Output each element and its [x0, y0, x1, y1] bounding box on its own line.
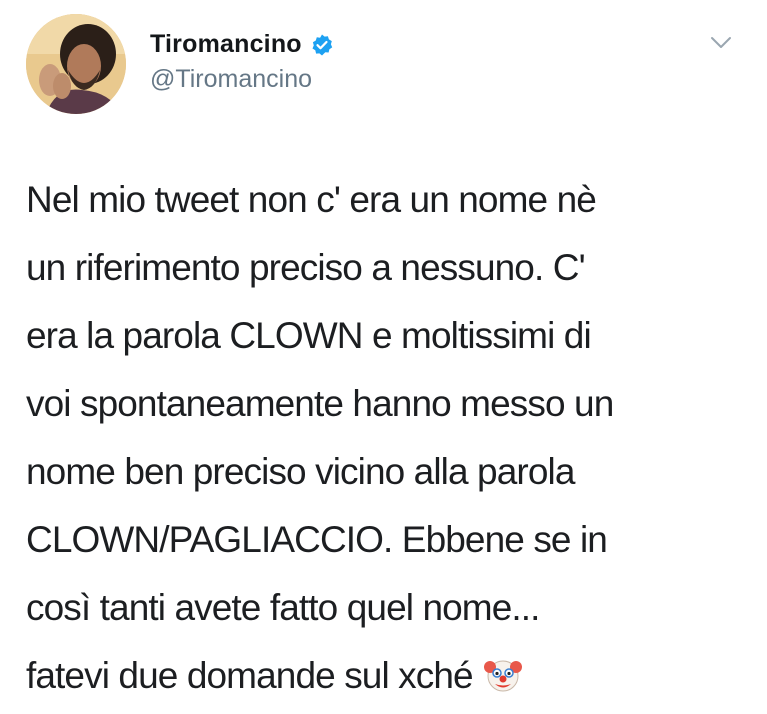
tweet-text-line: così tanti avete fatto quel nome... [26, 587, 540, 628]
avatar-photo-icon [26, 14, 126, 114]
user-info: Tiromancino @Tiromancino [150, 30, 334, 94]
tweet-text-line: fatevi due domande sul xché [26, 655, 474, 696]
tweet-card: Tiromancino @Tiromancino Nel mio tweet n… [0, 0, 767, 714]
user-handle[interactable]: @Tiromancino [150, 65, 334, 94]
tweet-text-line: un riferimento preciso a nessuno. C' [26, 247, 586, 288]
tweet-text-line: nome ben preciso vicino alla parola [26, 451, 575, 492]
tweet-text: Nel mio tweet non c' era un nome nè un r… [26, 166, 746, 710]
tweet-text-line: Nel mio tweet non c' era un nome nè [26, 179, 597, 220]
tweet-text-line-last: fatevi due domande sul xché [26, 642, 746, 710]
tweet-text-line: voi spontaneamente hanno messo un [26, 383, 614, 424]
clown-face-icon [483, 649, 523, 692]
verified-badge-icon [310, 33, 334, 57]
chevron-down-icon[interactable] [709, 34, 733, 50]
display-name-row: Tiromancino [150, 30, 334, 59]
tweet-text-line: era la parola CLOWN e moltissimi di [26, 315, 592, 356]
display-name[interactable]: Tiromancino [150, 30, 302, 59]
tweet-text-line: CLOWN/PAGLIACCIO. Ebbene se in [26, 519, 608, 560]
avatar[interactable] [26, 14, 126, 114]
